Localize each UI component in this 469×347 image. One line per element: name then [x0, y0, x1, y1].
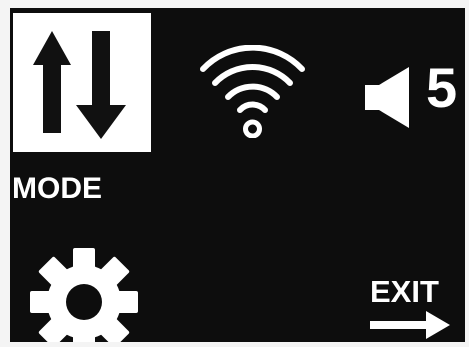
up-down-arrows-icon [33, 31, 126, 139]
wifi-button[interactable] [195, 45, 310, 138]
device-bezel: MODE 5 EXIT [0, 0, 469, 347]
settings-button[interactable] [24, 240, 144, 342]
display-screen: MODE 5 EXIT [10, 8, 465, 342]
gear-icon [30, 248, 138, 342]
exit-label[interactable]: EXIT [370, 276, 439, 307]
volume-button[interactable] [365, 67, 415, 128]
mode-button[interactable] [13, 13, 151, 152]
exit-button[interactable] [370, 308, 452, 342]
mode-label: MODE [12, 172, 102, 205]
wifi-icon [200, 45, 305, 138]
speaker-icon [365, 67, 409, 128]
right-arrow-icon [370, 311, 450, 339]
volume-level: 5 [426, 56, 458, 119]
